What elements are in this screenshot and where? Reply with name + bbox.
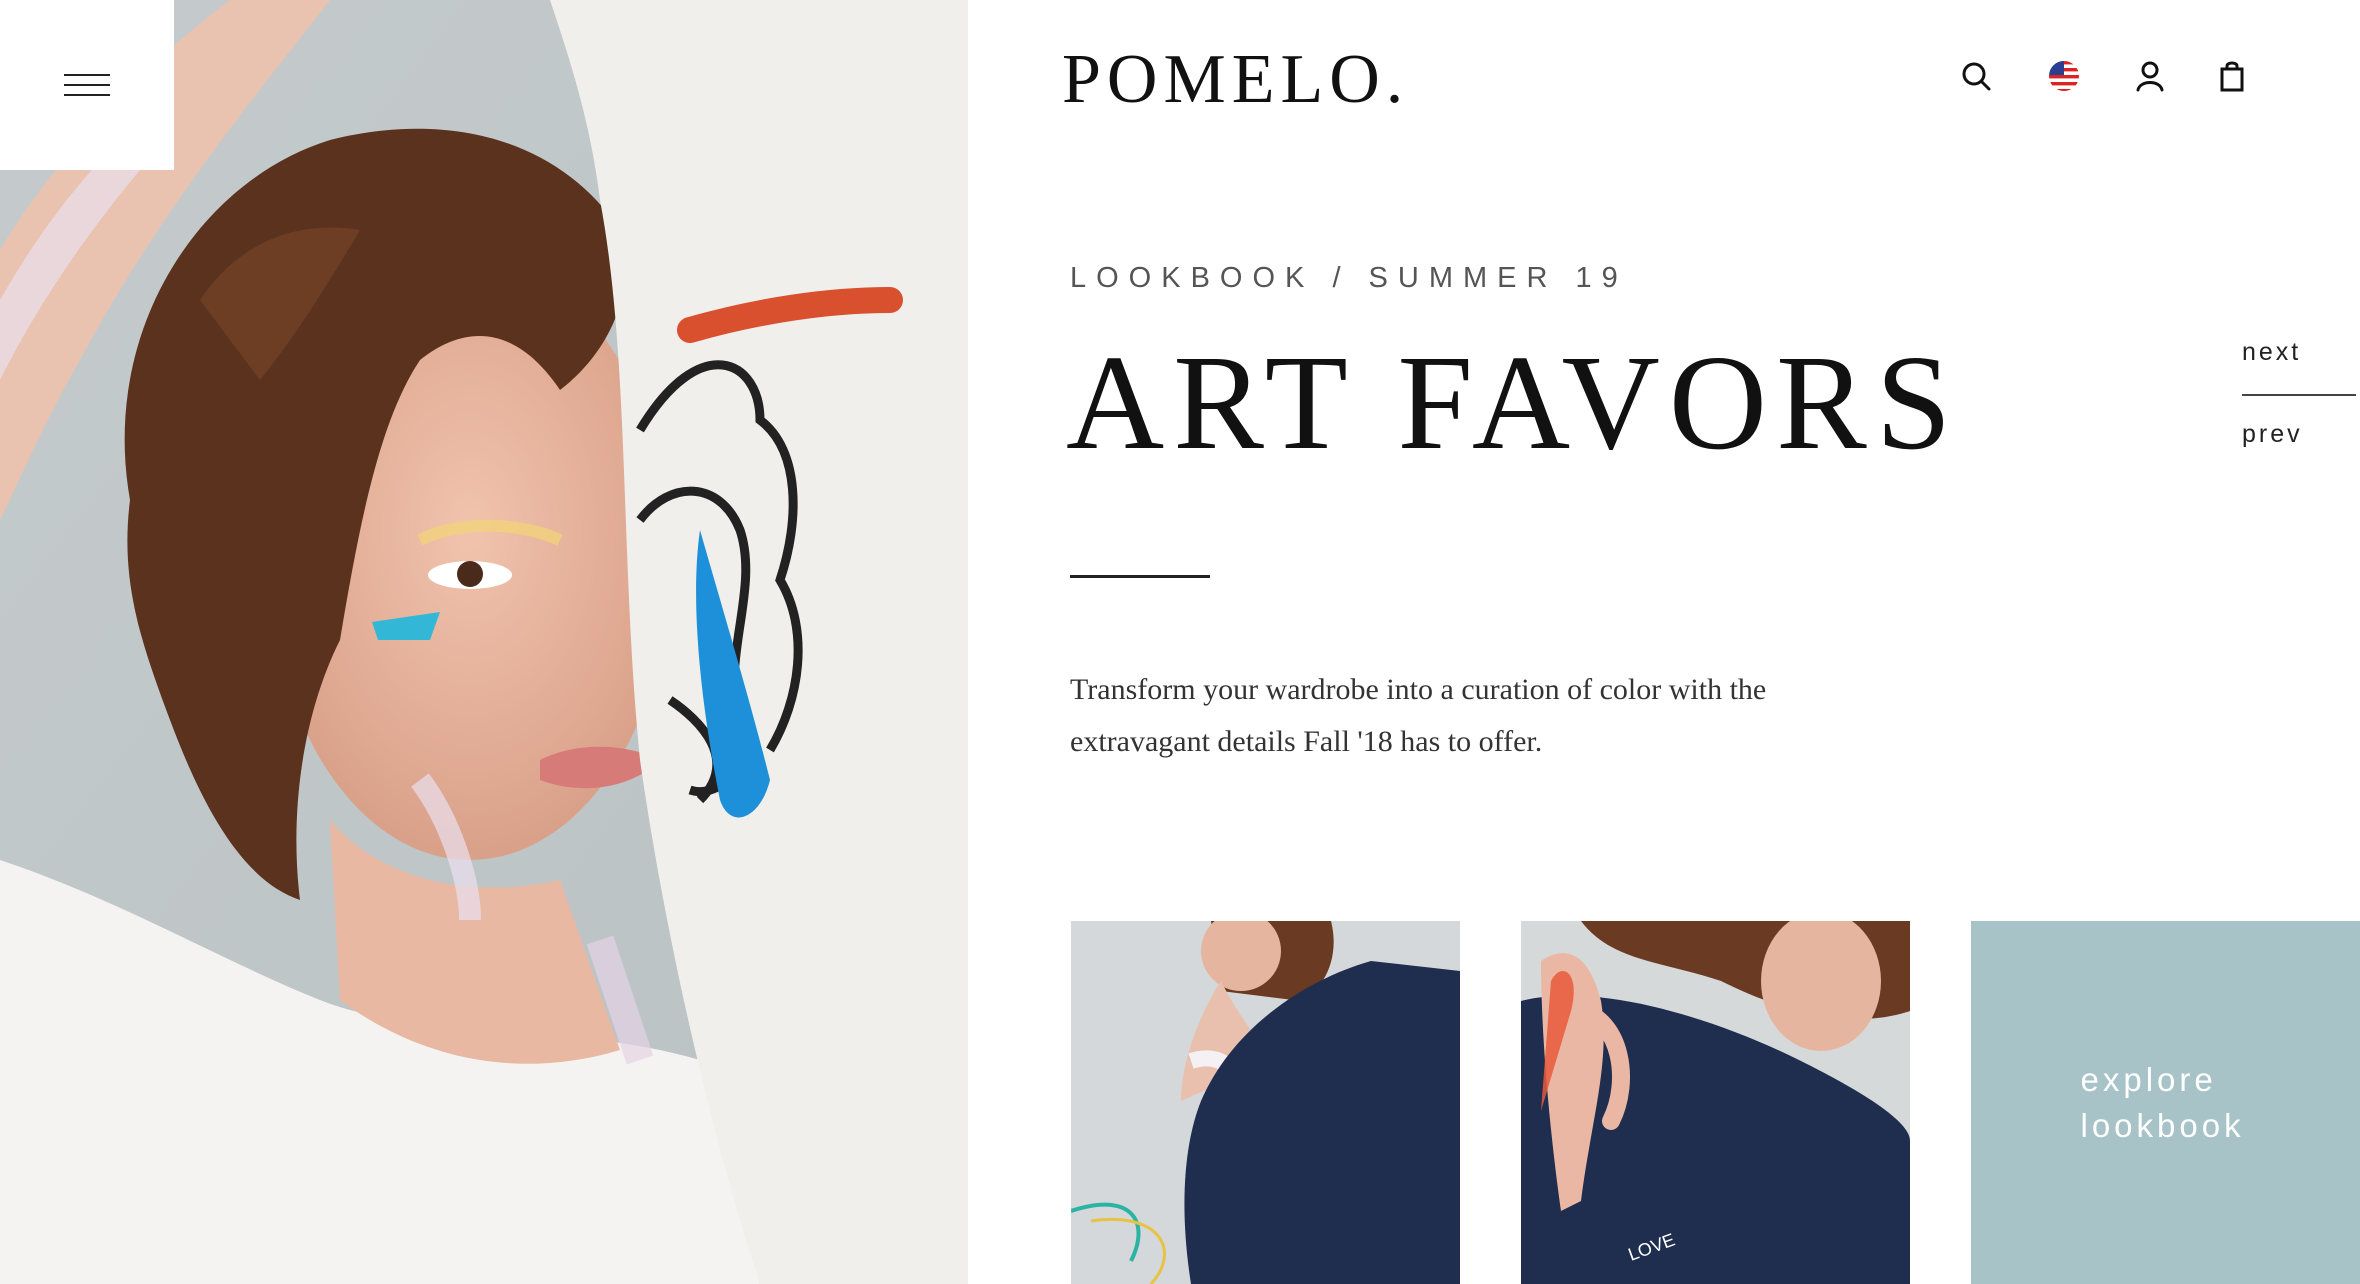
menu-button[interactable] [0, 0, 174, 170]
prev-link[interactable]: prev [2242, 420, 2303, 449]
next-link[interactable]: next [2242, 338, 2301, 367]
thumbnail-photo-1 [1071, 921, 1460, 1284]
pager-divider [2242, 394, 2356, 396]
lookbook-description: Transform your wardrobe into a curation … [1070, 673, 1767, 758]
lookbook-thumbnail-2[interactable]: LOVE [1521, 921, 1910, 1284]
lookbook-thumbnail-1[interactable] [1071, 921, 1460, 1284]
hero-image [0, 0, 968, 1284]
user-icon[interactable] [2132, 58, 2168, 94]
shopping-bag-icon[interactable] [2214, 58, 2250, 94]
page-title: ART FAVORS [1066, 328, 1961, 478]
thumbnail-photo-2: LOVE [1521, 921, 1910, 1284]
title-divider [1070, 575, 1210, 578]
explore-lookbook-label: explore lookbook [2080, 1060, 2245, 1144]
hamburger-icon [64, 74, 110, 96]
brand-logo[interactable]: POMELO. [1062, 40, 1409, 120]
lookbook-eyebrow: LOOKBOOK / SUMMER 19 [1070, 262, 1628, 294]
explore-lookbook-button[interactable]: explore lookbook [1971, 921, 2360, 1284]
search-icon[interactable] [1958, 58, 1994, 94]
hero-photo [0, 0, 968, 1284]
us-flag-icon[interactable] [2046, 58, 2082, 94]
